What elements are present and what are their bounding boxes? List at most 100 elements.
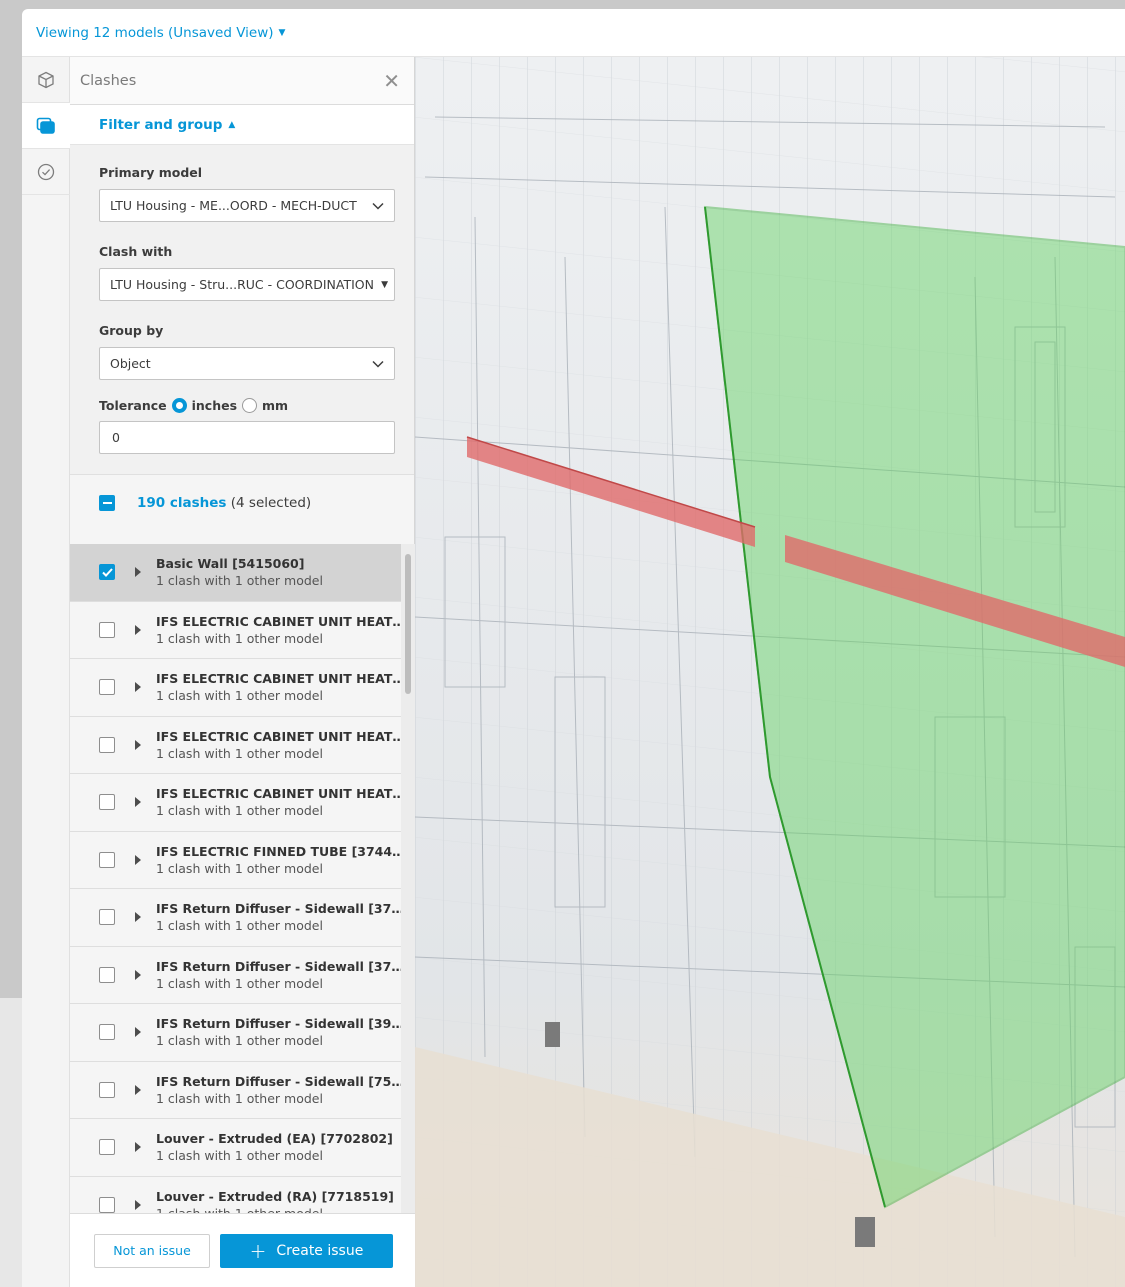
select-all-checkbox[interactable]: [99, 495, 115, 511]
primary-model-value: LTU Housing - ME...OORD - MECH-DUCT: [110, 198, 357, 213]
clash-row-title: Louver - Extruded (RA) [7718519]: [156, 1188, 394, 1204]
model-viewer[interactable]: [415, 57, 1125, 1287]
clash-row[interactable]: IFS ELECTRIC FINNED TUBE [3744… 1 clash w…: [70, 831, 401, 889]
clash-summary-text: 190 clashes (4 selected): [137, 495, 311, 511]
clash-row-subtitle: 1 clash with 1 other model: [156, 745, 323, 761]
expand-triangle-icon[interactable]: [135, 624, 141, 635]
clash-row-subtitle: 1 clash with 1 other model: [156, 918, 323, 934]
clash-row[interactable]: IFS ELECTRIC CABINET UNIT HEAT… 1 clash w…: [70, 716, 401, 774]
clash-row[interactable]: IFS ELECTRIC CABINET UNIT HEAT… 1 clash w…: [70, 601, 401, 659]
plus-icon: +: [249, 1238, 267, 1263]
clash-row-text: IFS ELECTRIC CABINET UNIT HEAT… 1 clash w…: [156, 729, 401, 761]
clash-row[interactable]: IFS Return Diffuser - Sidewall [75… 1 cla…: [70, 1061, 401, 1119]
row-checkbox[interactable]: [99, 909, 115, 926]
check-icon: [101, 568, 113, 577]
create-issue-button[interactable]: + Create issue: [220, 1233, 393, 1268]
rail-button-issues[interactable]: [22, 149, 70, 195]
expand-triangle-icon[interactable]: [135, 1027, 141, 1038]
tool-rail: [22, 57, 70, 1287]
expand-triangle-icon[interactable]: [135, 1142, 141, 1153]
view-selector[interactable]: Viewing 12 models (Unsaved View) ▼: [36, 25, 285, 41]
not-an-issue-button[interactable]: Not an issue: [94, 1233, 210, 1268]
scrollbar-thumb[interactable]: [405, 554, 411, 694]
rail-button-models[interactable]: [22, 57, 70, 103]
row-checkbox[interactable]: [99, 621, 115, 638]
clash-row-text: IFS Return Diffuser - Sidewall [75… 1 cla…: [156, 1074, 401, 1106]
group-by-value: Object: [110, 356, 151, 371]
clash-with-value: LTU Housing - Stru...RUC - COORDINATION: [110, 277, 374, 292]
tolerance-input[interactable]: 0: [99, 421, 395, 454]
clashes-panel: Clashes ✕ Filter and group ▲ Primary mod…: [70, 57, 415, 1287]
row-checkbox[interactable]: [99, 564, 115, 581]
clash-row-text: Louver - Extruded (EA) [7702802] 1 clash …: [156, 1131, 393, 1163]
row-checkbox[interactable]: [99, 1024, 115, 1041]
clash-with-label: Clash with: [99, 244, 173, 259]
scrollbar[interactable]: [401, 544, 415, 1213]
clash-row-title: IFS Return Diffuser - Sidewall [37…: [156, 958, 401, 974]
clash-row-title: Louver - Extruded (EA) [7702802]: [156, 1131, 393, 1147]
chevron-down-icon: [372, 360, 384, 368]
clash-row-title: IFS Return Diffuser - Sidewall [75…: [156, 1073, 401, 1089]
expand-triangle-icon[interactable]: [135, 1084, 141, 1095]
primary-model-select[interactable]: LTU Housing - ME...OORD - MECH-DUCT: [99, 189, 395, 222]
caret-down-icon: ▼: [381, 279, 388, 290]
caret-down-icon: ▼: [278, 27, 286, 38]
row-checkbox[interactable]: [99, 736, 115, 753]
clash-row-text: IFS Return Diffuser - Sidewall [37… 1 cla…: [156, 959, 401, 991]
expand-triangle-icon[interactable]: [135, 912, 141, 923]
create-issue-label: Create issue: [276, 1242, 364, 1259]
group-by-select[interactable]: Object: [99, 347, 395, 380]
clash-summary: 190 clashes (4 selected): [70, 475, 414, 531]
rail-button-clashes[interactable]: [22, 103, 70, 149]
clash-row[interactable]: Louver - Extruded (EA) [7702802] 1 clash …: [70, 1119, 401, 1177]
clash-row[interactable]: IFS Return Diffuser - Sidewall [37… 1 cla…: [70, 889, 401, 947]
tolerance-value: 0: [112, 430, 120, 445]
clash-row-text: Basic Wall [5415060] 1 clash with 1 other…: [156, 556, 323, 588]
clash-row-subtitle: 1 clash with 1 other model: [156, 860, 323, 876]
clash-with-select[interactable]: LTU Housing - Stru...RUC - COORDINATION …: [99, 268, 395, 301]
clash-row[interactable]: IFS Return Diffuser - Sidewall [39… 1 cla…: [70, 1004, 401, 1062]
row-checkbox[interactable]: [99, 851, 115, 868]
panel-footer: Not an issue + Create issue: [70, 1213, 415, 1287]
clash-row[interactable]: Louver - Extruded (RA) [7718519] 1 clash …: [70, 1176, 401, 1213]
row-checkbox[interactable]: [99, 679, 115, 696]
row-checkbox[interactable]: [99, 1139, 115, 1156]
clash-row-subtitle: 1 clash with 1 other model: [156, 630, 323, 646]
radio-mm[interactable]: [242, 398, 258, 413]
expand-triangle-icon[interactable]: [135, 567, 141, 578]
panel-header: Clashes ✕: [70, 57, 414, 105]
clash-row-text: IFS ELECTRIC CABINET UNIT HEAT… 1 clash w…: [156, 786, 401, 818]
row-checkbox[interactable]: [99, 966, 115, 983]
expand-triangle-icon[interactable]: [135, 854, 141, 865]
chevron-down-icon: [372, 202, 384, 210]
filter-section: Primary model LTU Housing - ME...OORD - …: [70, 145, 414, 475]
clash-row-subtitle: 1 clash with 1 other model: [156, 1148, 323, 1164]
clash-row-text: IFS Return Diffuser - Sidewall [37… 1 cla…: [156, 901, 401, 933]
clash-row-title: Basic Wall [5415060]: [156, 556, 305, 572]
expand-triangle-icon[interactable]: [135, 739, 141, 750]
tolerance-row: Tolerance inches mm: [99, 398, 395, 413]
clash-row-text: IFS Return Diffuser - Sidewall [39… 1 cla…: [156, 1016, 401, 1048]
expand-triangle-icon[interactable]: [135, 969, 141, 980]
row-checkbox[interactable]: [99, 794, 115, 811]
clash-row-title: IFS ELECTRIC CABINET UNIT HEAT…: [156, 671, 401, 687]
row-checkbox[interactable]: [99, 1081, 115, 1098]
expand-triangle-icon[interactable]: [135, 1199, 141, 1210]
clash-row-subtitle: 1 clash with 1 other model: [156, 975, 323, 991]
clash-row[interactable]: IFS ELECTRIC CABINET UNIT HEAT… 1 clash w…: [70, 774, 401, 832]
model-icon: [38, 71, 54, 88]
clash-row-subtitle: 1 clash with 1 other model: [156, 573, 323, 589]
clash-row[interactable]: IFS Return Diffuser - Sidewall [37… 1 cla…: [70, 946, 401, 1004]
row-checkbox[interactable]: [99, 1196, 115, 1213]
model-viewport-render: [415, 57, 1125, 1287]
expand-triangle-icon[interactable]: [135, 797, 141, 808]
clash-icon: [36, 117, 55, 134]
radio-inches[interactable]: [171, 398, 187, 413]
clash-row[interactable]: IFS ELECTRIC CABINET UNIT HEAT… 1 clash w…: [70, 659, 401, 717]
clash-count-link[interactable]: 190 clashes: [137, 495, 226, 511]
clash-row[interactable]: Basic Wall [5415060] 1 clash with 1 other…: [70, 544, 401, 602]
group-by-label: Group by: [99, 323, 164, 338]
close-icon[interactable]: ✕: [383, 71, 400, 91]
filter-and-group-toggle[interactable]: Filter and group ▲: [70, 105, 414, 145]
expand-triangle-icon[interactable]: [135, 682, 141, 693]
